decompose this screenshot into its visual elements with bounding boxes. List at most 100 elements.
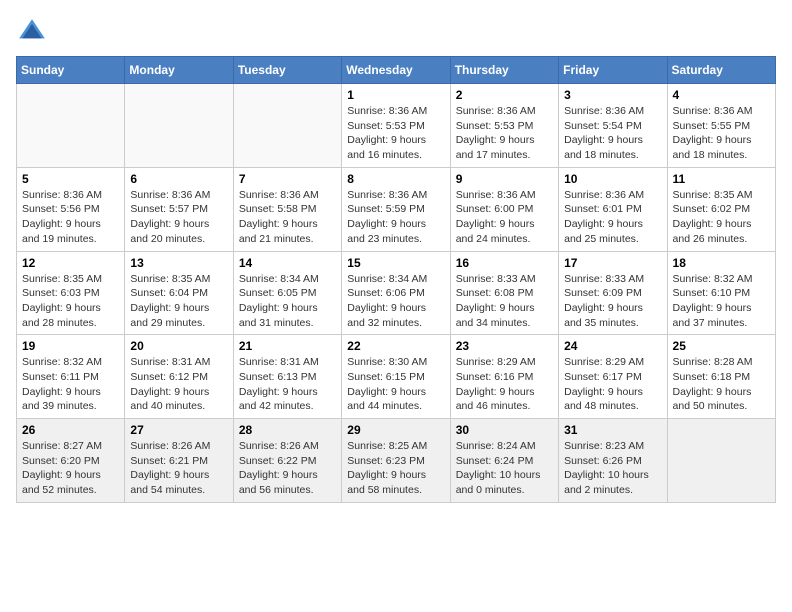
day-number: 2 <box>456 88 553 102</box>
calendar-cell: 6 Sunrise: 8:36 AM Sunset: 5:57 PM Daylig… <box>125 167 233 251</box>
calendar-cell: 5Sunrise: 8:36 AM Sunset: 5:56 PM Daylig… <box>17 167 125 251</box>
day-number: 23 <box>456 339 553 353</box>
day-info: Sunrise: 8:36 AM Sunset: 5:57 PM Dayligh… <box>130 188 227 247</box>
calendar-cell: 14 Sunrise: 8:34 AM Sunset: 6:05 PM Dayli… <box>233 251 341 335</box>
day-info: Sunrise: 8:26 AM Sunset: 6:21 PM Dayligh… <box>130 439 227 498</box>
day-number: 18 <box>673 256 770 270</box>
day-number: 8 <box>347 172 444 186</box>
day-info: Sunrise: 8:36 AM Sunset: 5:54 PM Dayligh… <box>564 104 661 163</box>
day-number: 7 <box>239 172 336 186</box>
day-number: 12 <box>22 256 119 270</box>
header-day-thursday: Thursday <box>450 57 558 84</box>
day-info: Sunrise: 8:36 AM Sunset: 5:59 PM Dayligh… <box>347 188 444 247</box>
calendar-cell: 3 Sunrise: 8:36 AM Sunset: 5:54 PM Daylig… <box>559 84 667 168</box>
day-info: Sunrise: 8:36 AM Sunset: 5:58 PM Dayligh… <box>239 188 336 247</box>
calendar-cell: 9 Sunrise: 8:36 AM Sunset: 6:00 PM Daylig… <box>450 167 558 251</box>
calendar-cell: 20 Sunrise: 8:31 AM Sunset: 6:12 PM Dayli… <box>125 335 233 419</box>
calendar-cell: 22 Sunrise: 8:30 AM Sunset: 6:15 PM Dayli… <box>342 335 450 419</box>
calendar-cell: 7 Sunrise: 8:36 AM Sunset: 5:58 PM Daylig… <box>233 167 341 251</box>
day-info: Sunrise: 8:36 AM Sunset: 6:00 PM Dayligh… <box>456 188 553 247</box>
calendar-cell: 28 Sunrise: 8:26 AM Sunset: 6:22 PM Dayli… <box>233 419 341 503</box>
calendar-cell: 29Sunrise: 8:25 AM Sunset: 6:23 PM Dayli… <box>342 419 450 503</box>
day-number: 28 <box>239 423 336 437</box>
header-day-monday: Monday <box>125 57 233 84</box>
day-info: Sunrise: 8:36 AM Sunset: 5:55 PM Dayligh… <box>673 104 770 163</box>
day-number: 11 <box>673 172 770 186</box>
day-info: Sunrise: 8:30 AM Sunset: 6:15 PM Dayligh… <box>347 355 444 414</box>
calendar-cell <box>233 84 341 168</box>
day-info: Sunrise: 8:35 AM Sunset: 6:02 PM Dayligh… <box>673 188 770 247</box>
calendar-cell: 10 Sunrise: 8:36 AM Sunset: 6:01 PM Dayli… <box>559 167 667 251</box>
day-info: Sunrise: 8:29 AM Sunset: 6:16 PM Dayligh… <box>456 355 553 414</box>
calendar-week-row: 1 Sunrise: 8:36 AM Sunset: 5:53 PM Daylig… <box>17 84 776 168</box>
day-info: Sunrise: 8:26 AM Sunset: 6:22 PM Dayligh… <box>239 439 336 498</box>
day-info: Sunrise: 8:24 AM Sunset: 6:24 PM Dayligh… <box>456 439 553 498</box>
calendar-cell: 2 Sunrise: 8:36 AM Sunset: 5:53 PM Daylig… <box>450 84 558 168</box>
calendar-cell: 11 Sunrise: 8:35 AM Sunset: 6:02 PM Dayli… <box>667 167 775 251</box>
calendar-cell: 8 Sunrise: 8:36 AM Sunset: 5:59 PM Daylig… <box>342 167 450 251</box>
day-number: 20 <box>130 339 227 353</box>
day-info: Sunrise: 8:35 AM Sunset: 6:04 PM Dayligh… <box>130 272 227 331</box>
calendar-week-row: 12Sunrise: 8:35 AM Sunset: 6:03 PM Dayli… <box>17 251 776 335</box>
day-number: 21 <box>239 339 336 353</box>
day-info: Sunrise: 8:36 AM Sunset: 5:56 PM Dayligh… <box>22 188 119 247</box>
calendar-cell: 26 Sunrise: 8:27 AM Sunset: 6:20 PM Dayli… <box>17 419 125 503</box>
day-info: Sunrise: 8:36 AM Sunset: 5:53 PM Dayligh… <box>347 104 444 163</box>
calendar-cell: 16Sunrise: 8:33 AM Sunset: 6:08 PM Dayli… <box>450 251 558 335</box>
day-info: Sunrise: 8:33 AM Sunset: 6:09 PM Dayligh… <box>564 272 661 331</box>
calendar-cell: 19Sunrise: 8:32 AM Sunset: 6:11 PM Dayli… <box>17 335 125 419</box>
calendar-cell: 27 Sunrise: 8:26 AM Sunset: 6:21 PM Dayli… <box>125 419 233 503</box>
day-info: Sunrise: 8:34 AM Sunset: 6:05 PM Dayligh… <box>239 272 336 331</box>
day-number: 10 <box>564 172 661 186</box>
day-number: 27 <box>130 423 227 437</box>
day-info: Sunrise: 8:34 AM Sunset: 6:06 PM Dayligh… <box>347 272 444 331</box>
calendar-body: 1 Sunrise: 8:36 AM Sunset: 5:53 PM Daylig… <box>17 84 776 503</box>
calendar-week-row: 19Sunrise: 8:32 AM Sunset: 6:11 PM Dayli… <box>17 335 776 419</box>
day-number: 22 <box>347 339 444 353</box>
header-day-sunday: Sunday <box>17 57 125 84</box>
day-number: 9 <box>456 172 553 186</box>
day-number: 14 <box>239 256 336 270</box>
day-number: 13 <box>130 256 227 270</box>
calendar-cell: 21Sunrise: 8:31 AM Sunset: 6:13 PM Dayli… <box>233 335 341 419</box>
day-number: 19 <box>22 339 119 353</box>
calendar-cell: 1 Sunrise: 8:36 AM Sunset: 5:53 PM Daylig… <box>342 84 450 168</box>
day-info: Sunrise: 8:36 AM Sunset: 5:53 PM Dayligh… <box>456 104 553 163</box>
calendar-cell: 15Sunrise: 8:34 AM Sunset: 6:06 PM Dayli… <box>342 251 450 335</box>
day-info: Sunrise: 8:23 AM Sunset: 6:26 PM Dayligh… <box>564 439 661 498</box>
day-number: 17 <box>564 256 661 270</box>
day-number: 24 <box>564 339 661 353</box>
day-number: 3 <box>564 88 661 102</box>
day-number: 6 <box>130 172 227 186</box>
day-number: 31 <box>564 423 661 437</box>
calendar-cell <box>667 419 775 503</box>
day-number: 1 <box>347 88 444 102</box>
day-info: Sunrise: 8:36 AM Sunset: 6:01 PM Dayligh… <box>564 188 661 247</box>
day-number: 25 <box>673 339 770 353</box>
calendar-week-row: 5Sunrise: 8:36 AM Sunset: 5:56 PM Daylig… <box>17 167 776 251</box>
day-info: Sunrise: 8:27 AM Sunset: 6:20 PM Dayligh… <box>22 439 119 498</box>
calendar-cell: 13 Sunrise: 8:35 AM Sunset: 6:04 PM Dayli… <box>125 251 233 335</box>
day-number: 4 <box>673 88 770 102</box>
header-day-tuesday: Tuesday <box>233 57 341 84</box>
header-day-friday: Friday <box>559 57 667 84</box>
day-number: 26 <box>22 423 119 437</box>
day-info: Sunrise: 8:33 AM Sunset: 6:08 PM Dayligh… <box>456 272 553 331</box>
day-info: Sunrise: 8:28 AM Sunset: 6:18 PM Dayligh… <box>673 355 770 414</box>
calendar-header-row: SundayMondayTuesdayWednesdayThursdayFrid… <box>17 57 776 84</box>
calendar-cell: 4 Sunrise: 8:36 AM Sunset: 5:55 PM Daylig… <box>667 84 775 168</box>
calendar-table: SundayMondayTuesdayWednesdayThursdayFrid… <box>16 56 776 503</box>
day-info: Sunrise: 8:29 AM Sunset: 6:17 PM Dayligh… <box>564 355 661 414</box>
logo <box>16 16 52 48</box>
calendar-week-row: 26 Sunrise: 8:27 AM Sunset: 6:20 PM Dayli… <box>17 419 776 503</box>
day-info: Sunrise: 8:25 AM Sunset: 6:23 PM Dayligh… <box>347 439 444 498</box>
day-info: Sunrise: 8:32 AM Sunset: 6:10 PM Dayligh… <box>673 272 770 331</box>
calendar-cell: 25 Sunrise: 8:28 AM Sunset: 6:18 PM Dayli… <box>667 335 775 419</box>
day-info: Sunrise: 8:31 AM Sunset: 6:12 PM Dayligh… <box>130 355 227 414</box>
calendar-cell: 12Sunrise: 8:35 AM Sunset: 6:03 PM Dayli… <box>17 251 125 335</box>
calendar-cell: 18 Sunrise: 8:32 AM Sunset: 6:10 PM Dayli… <box>667 251 775 335</box>
calendar-cell: 30 Sunrise: 8:24 AM Sunset: 6:24 PM Dayli… <box>450 419 558 503</box>
calendar-cell <box>17 84 125 168</box>
logo-icon <box>16 16 48 48</box>
day-number: 30 <box>456 423 553 437</box>
